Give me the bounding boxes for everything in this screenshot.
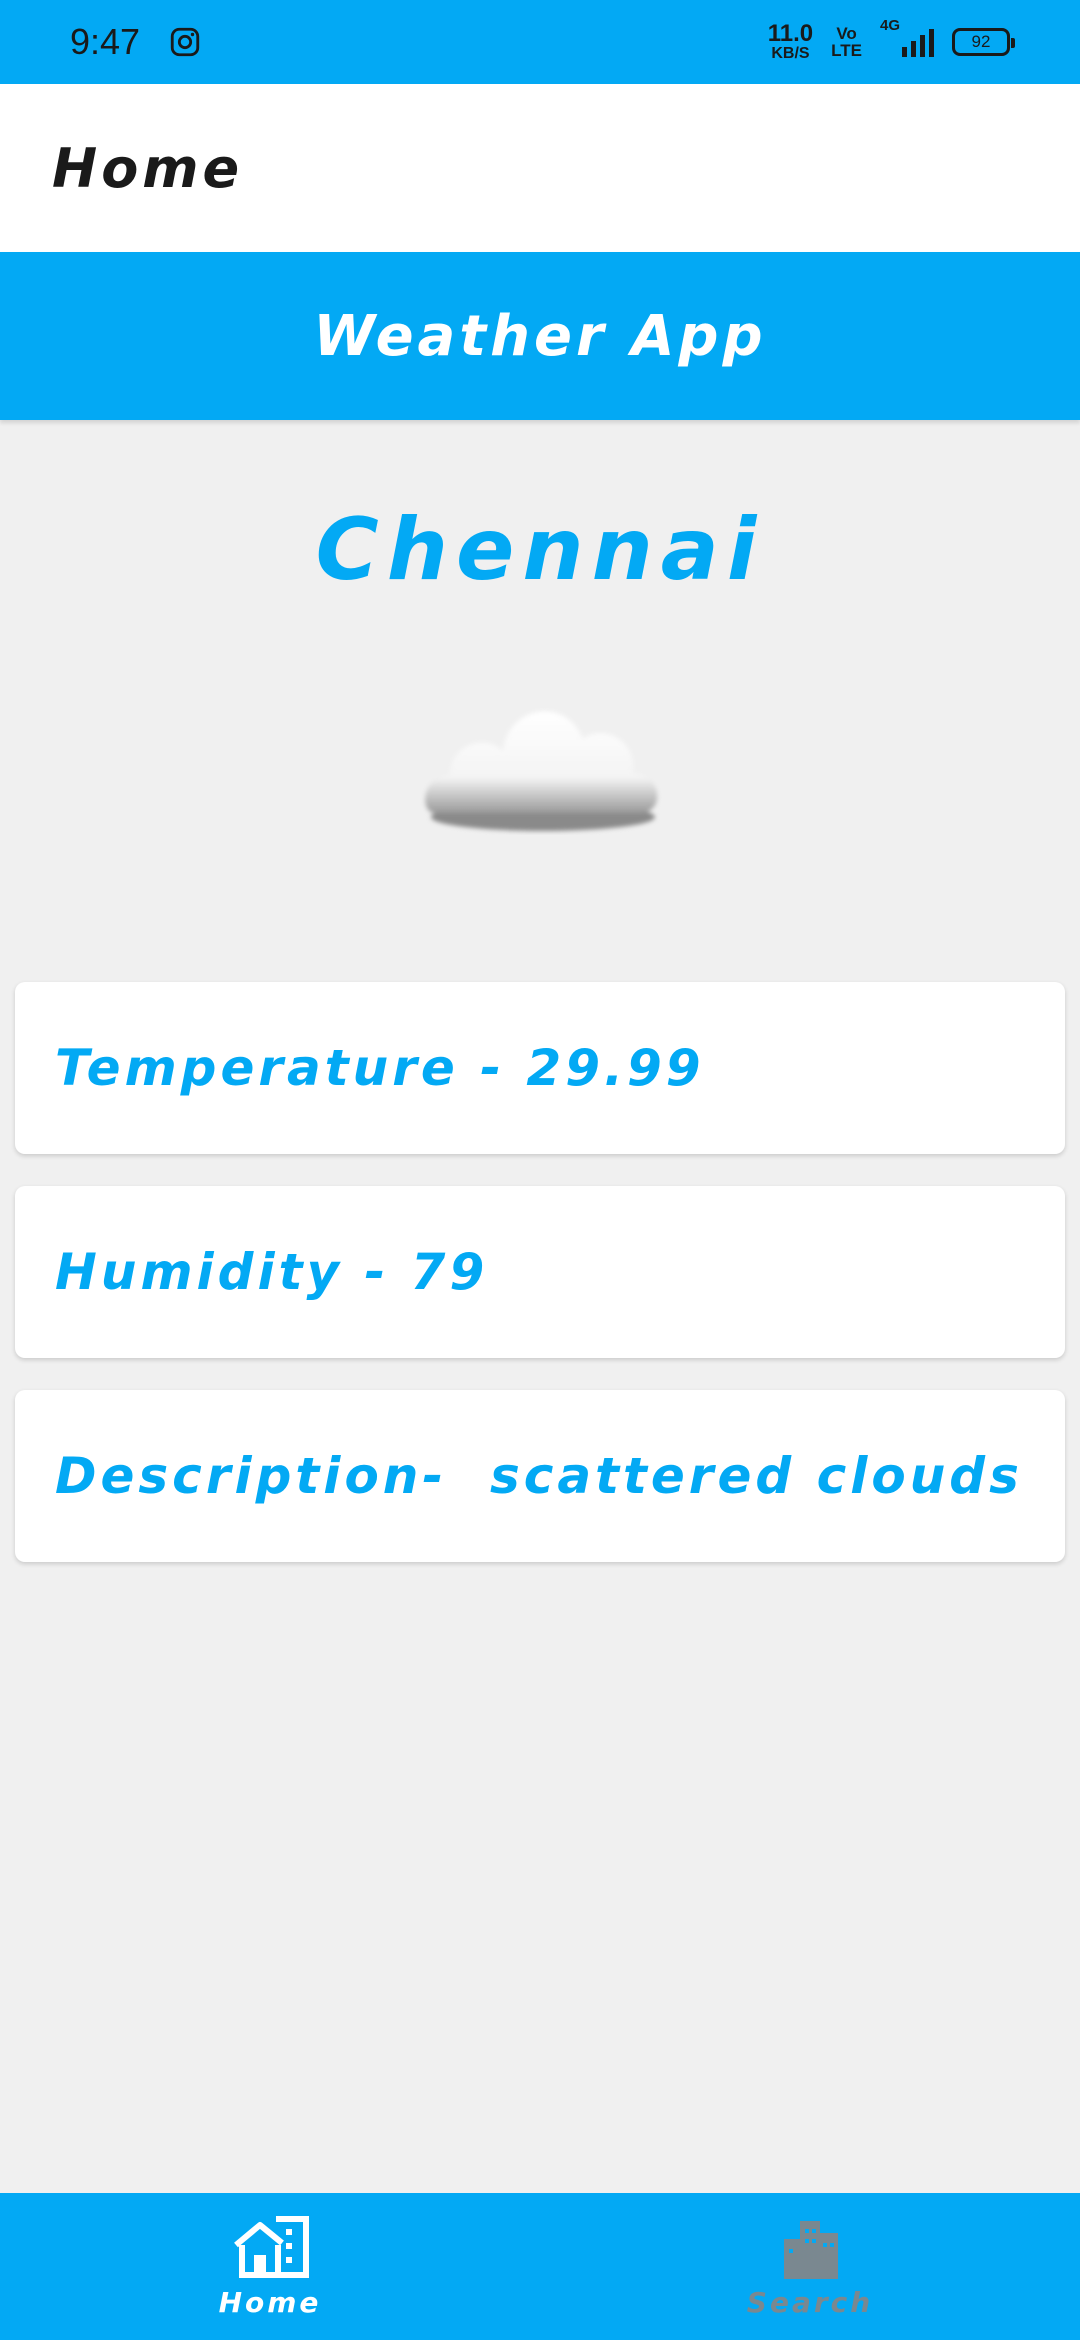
app-title: Weather App: [313, 303, 767, 369]
bottom-navigation: Home Search: [0, 2193, 1080, 2340]
volte-top: Vo: [836, 24, 857, 43]
volte-indicator: Vo LTE: [831, 25, 862, 59]
weather-app-screen: 9:47 11.0 KB/S Vo LTE 4G 92 Home Weather…: [0, 0, 1080, 2340]
volte-bottom: LTE: [831, 41, 862, 60]
description-text: Description- scattered clouds: [55, 1447, 1023, 1505]
status-time: 9:47: [70, 21, 141, 62]
city-buildings-icon: [784, 2221, 838, 2279]
cloud-icon: [425, 711, 658, 831]
nav-label-home: Home: [218, 2286, 322, 2319]
network-type: 4G: [880, 17, 901, 34]
header-banner: Weather App: [0, 252, 1080, 420]
status-indicators: 11.0 KB/S Vo LTE 4G 92: [768, 17, 1015, 62]
temperature-card: Temperature - 29.99: [15, 982, 1065, 1154]
description-card: Description- scattered clouds: [15, 1390, 1065, 1562]
battery-icon: 92: [952, 28, 1015, 56]
battery-level: 92: [971, 32, 991, 51]
network-speed-unit: KB/S: [771, 45, 810, 62]
status-bar: 9:47 11.0 KB/S Vo LTE 4G 92: [0, 0, 1080, 84]
humidity-card: Humidity - 79: [15, 1186, 1065, 1358]
humidity-text: Humidity - 79: [55, 1243, 489, 1301]
network-speed-value: 11.0: [767, 20, 814, 47]
network-speed: 11.0 KB/S: [768, 22, 813, 62]
city-name: Chennai: [315, 500, 765, 600]
signal-icon: 4G: [880, 17, 934, 57]
instagram-icon: [170, 27, 200, 57]
page-title: Home: [52, 136, 244, 200]
home-building-icon: [234, 2216, 309, 2278]
temperature-text: Temperature - 29.99: [55, 1039, 705, 1097]
app-bar: Home: [0, 84, 1080, 252]
nav-label-search: Search: [746, 2286, 874, 2319]
nav-item-search[interactable]: Search: [540, 2193, 1080, 2340]
nav-item-home[interactable]: Home: [0, 2193, 540, 2340]
